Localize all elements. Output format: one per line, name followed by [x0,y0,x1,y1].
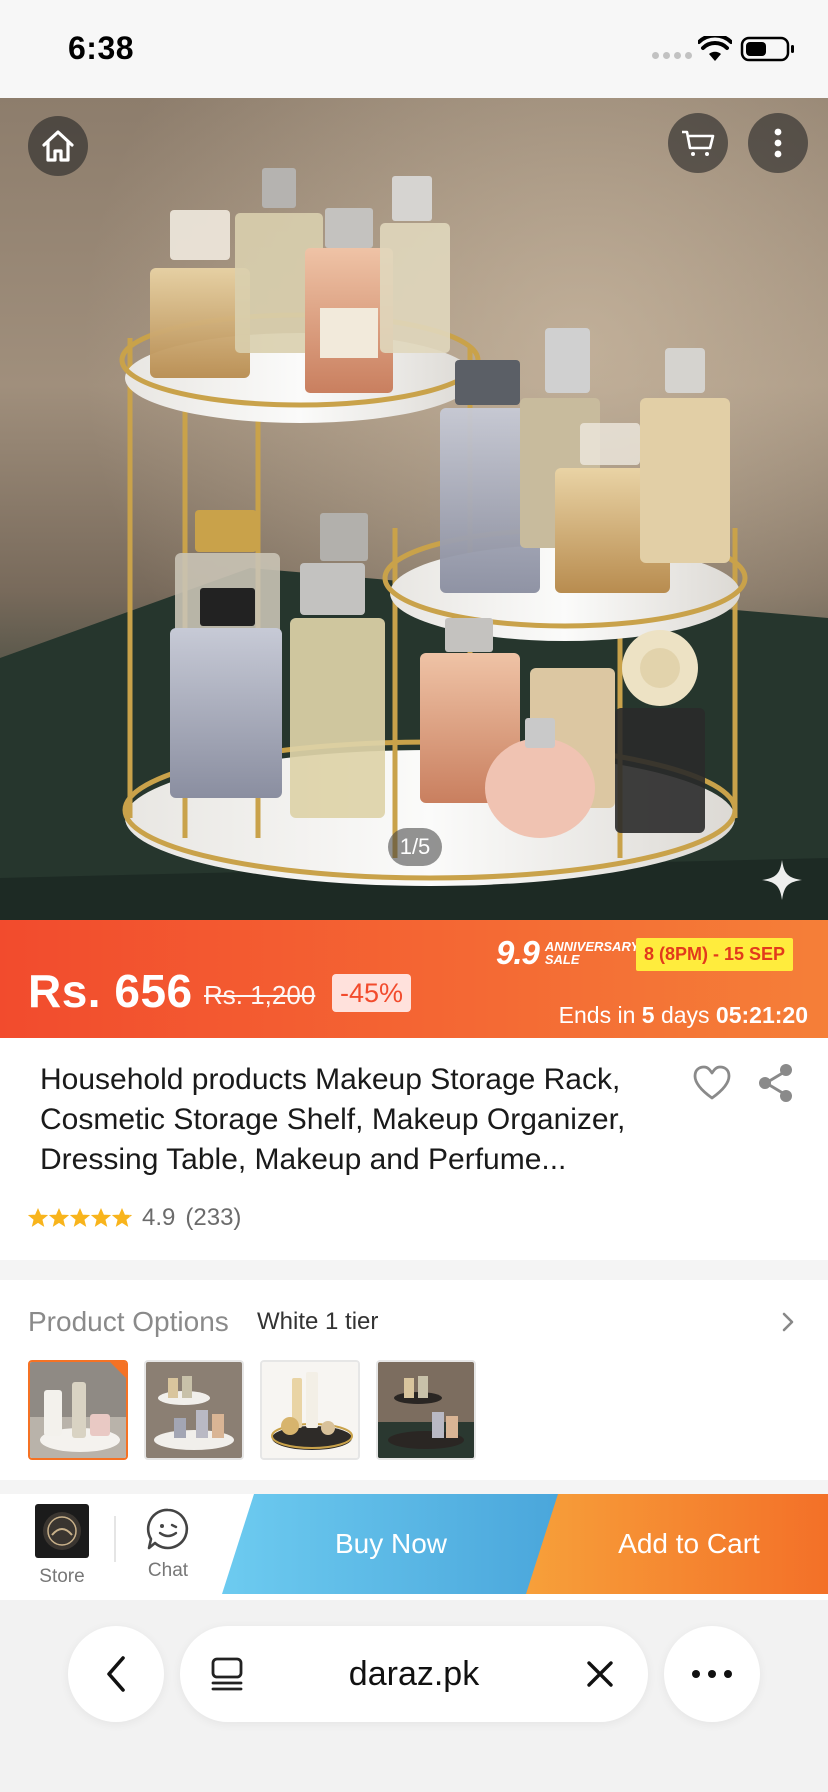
bottom-action-bar: Store Chat Buy Now Add to Cart [0,1494,828,1600]
star-icon [112,1208,132,1227]
rating-row[interactable]: 4.9 (233) [28,1204,241,1232]
sparkle-icon[interactable] [760,858,804,902]
url-text: daraz.pk [348,1654,480,1693]
sale-countdown: Ends in 5 days 05:21:20 [559,1002,808,1029]
options-label: Product Options [28,1306,229,1337]
star-icon [28,1208,48,1227]
sale-logo: 9.9 ANNIVERSARY SALE [496,934,641,972]
countdown-prefix: Ends in [558,1002,636,1028]
store-label: Store [39,1566,85,1587]
product-photo [0,98,828,920]
current-price: Rs. 656 [28,965,193,1017]
option-thumbnail[interactable] [144,1360,244,1460]
option-thumbnails [28,1360,476,1460]
cart-icon [682,130,715,156]
star-icon [49,1208,69,1227]
back-button[interactable] [68,1626,164,1722]
countdown-time: 05:21:20 [715,1002,808,1028]
chat-label: Chat [147,1560,189,1581]
add-to-cart-button[interactable]: Add to Cart [526,1494,828,1594]
back-icon [107,1656,125,1692]
chevron-right-icon[interactable] [778,1308,798,1336]
thumbnail-image [378,1362,474,1458]
thumbnail-image [262,1362,358,1458]
option-thumbnail[interactable] [376,1360,476,1460]
divider [114,1516,116,1562]
chat-icon [146,1508,189,1550]
star-icon [91,1208,111,1227]
sale-dates: 8 (8PM) - 15 SEP [636,938,794,971]
tabs-icon[interactable] [210,1656,244,1692]
option-thumbnail[interactable] [28,1360,128,1460]
star-icon [70,1208,90,1227]
product-info-card: Household products Makeup Storage Rack, … [0,1038,828,1260]
store-button[interactable]: Store [24,1504,100,1596]
buy-now-button[interactable]: Buy Now [222,1494,560,1594]
store-logo [35,1504,89,1558]
share-icon[interactable] [756,1062,796,1104]
product-title: Household products Makeup Storage Rack, … [40,1063,626,1176]
original-price: Rs. 1,200 [204,980,316,1010]
discount-badge: -45% [332,974,412,1012]
rating-value: 4.9 [142,1204,176,1231]
countdown-days-label: days [660,1002,710,1028]
image-counter: 1/5 [388,828,442,866]
signal-icon [652,52,692,59]
address-bar[interactable]: daraz.pk [180,1626,648,1722]
sale-subtitle: ANNIVERSARY SALE [544,939,640,967]
more-options-button[interactable] [748,113,808,173]
close-icon[interactable] [584,1658,616,1690]
home-icon [42,130,74,162]
rating-count: (233) [185,1204,242,1231]
browser-toolbar: daraz.pk [0,1600,828,1792]
options-selected-value: White 1 tier [257,1308,379,1335]
status-time: 6:38 [68,30,135,66]
thumbnail-image [146,1362,242,1458]
more-vertical-icon [774,128,782,158]
home-button[interactable] [28,116,88,176]
price-banner: Rs. 656 Rs. 1,200 -45% 9.9 ANNIVERSARY S… [0,920,828,1038]
rating-stars [28,1208,132,1228]
battery-icon [740,36,794,62]
wifi-icon [698,36,732,61]
product-image-carousel[interactable]: 1/5 [0,98,828,920]
status-bar: 6:38 [0,0,828,98]
cart-button[interactable] [668,113,728,173]
product-options-card[interactable]: Product Options White 1 tier [0,1280,828,1480]
more-horizontal-icon [692,1670,732,1678]
browser-menu-button[interactable] [664,1626,760,1722]
sale-title: 9.9 [496,934,540,971]
heart-icon[interactable] [692,1064,732,1102]
option-thumbnail[interactable] [260,1360,360,1460]
chat-button[interactable]: Chat [130,1506,206,1598]
countdown-days: 5 [641,1002,655,1028]
